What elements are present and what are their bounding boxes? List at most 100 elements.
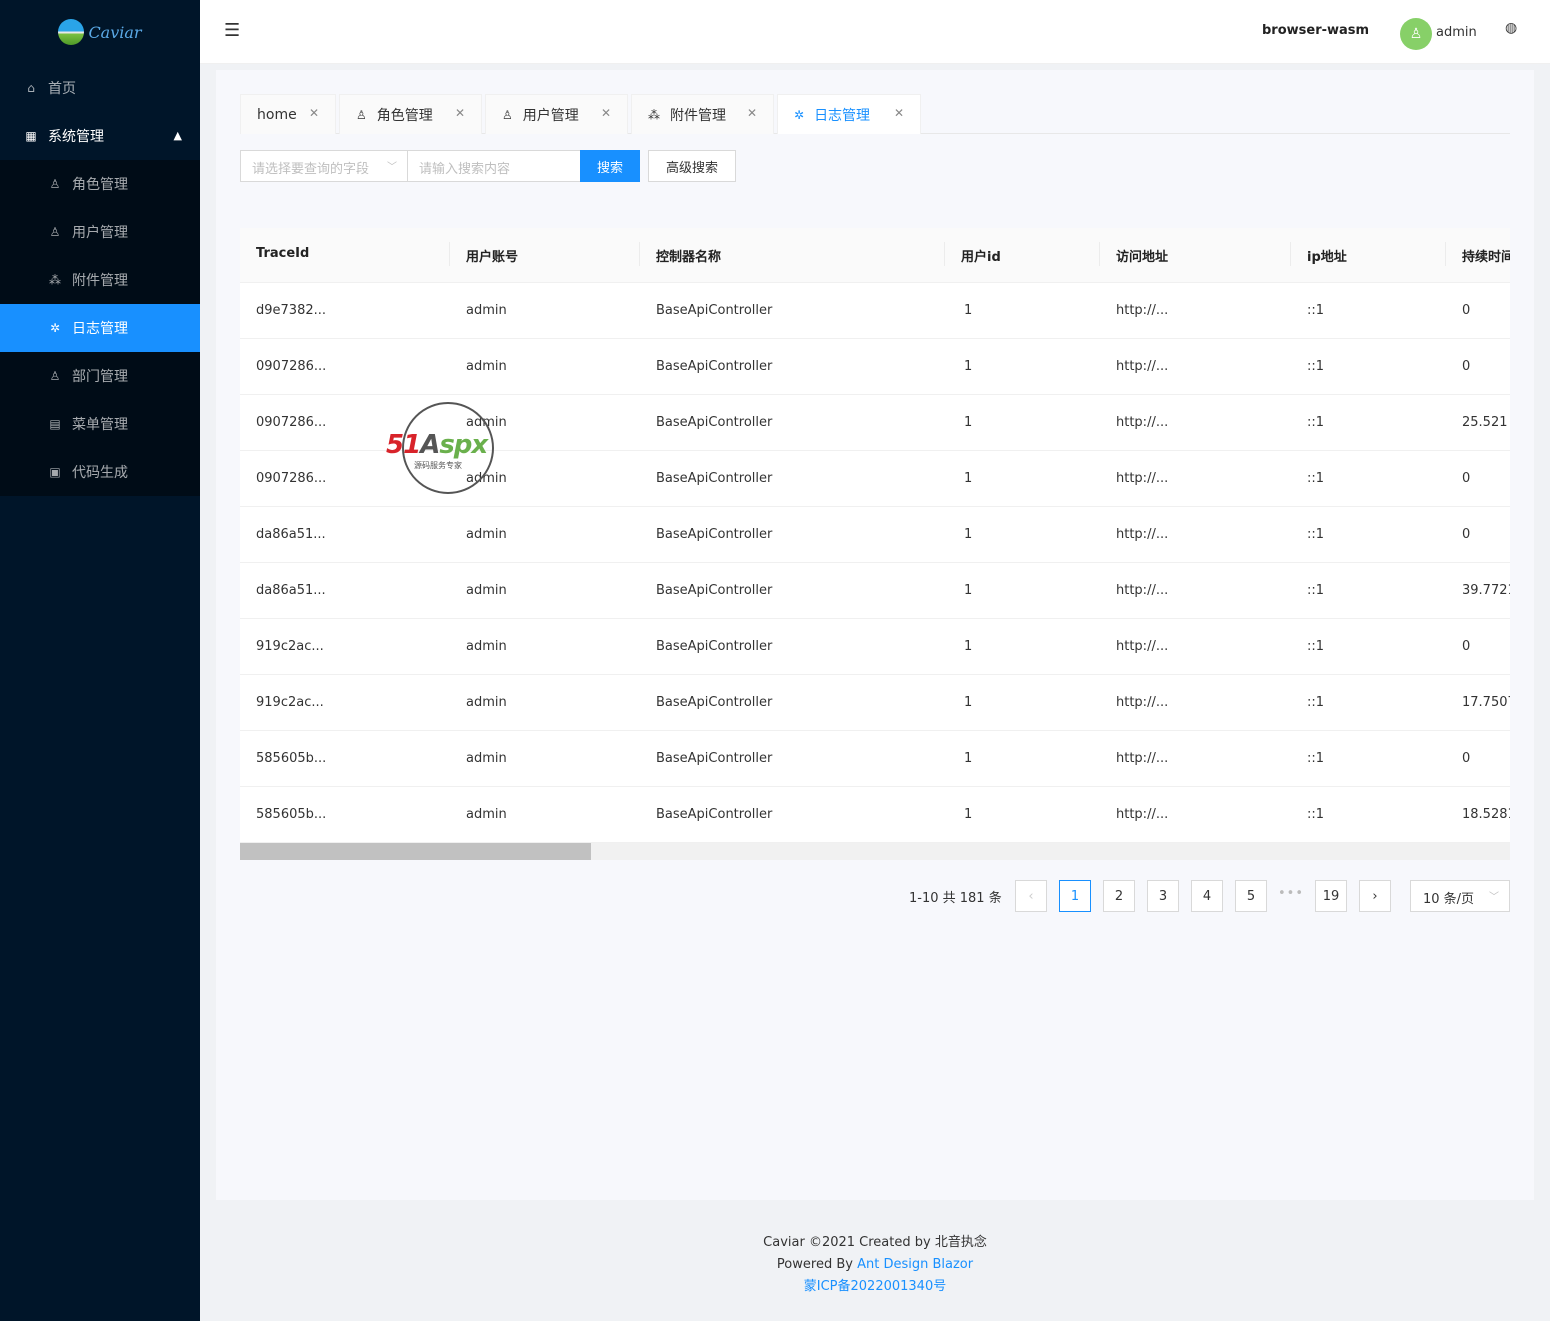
field-select[interactable]: 请选择要查询的字段 ﹀ [240,150,408,182]
table-row[interactable]: 585605b... admin BaseApiController 1 http://… [240,731,1510,787]
footer: Caviar ©2021 Created by 北音执念 Powered By … [200,1232,1550,1298]
page-5[interactable]: 5 [1235,880,1267,912]
table-row[interactable]: d9e7382... admin BaseApiController 1 http://… [240,283,1510,339]
code-icon: ▣ [49,465,61,479]
header-app-name: browser-wasm [1262,23,1370,38]
cluster-icon: ⁂ [49,273,61,287]
sidebar-item-roles[interactable]: ♙ 角色管理 [0,160,200,208]
header-username[interactable]: admin [1436,25,1477,40]
sidebar-item-menus[interactable]: ▤ 菜单管理 [0,400,200,448]
column-divider [449,242,450,266]
footer-copyright: Caviar ©2021 Created by 北音执念 [763,1235,987,1250]
page-4[interactable]: 4 [1191,880,1223,912]
chevron-right-icon: › [1372,888,1378,904]
tab-label: home [257,106,297,123]
column-header: 用户账号 [466,250,519,265]
table-row[interactable]: da86a51... admin BaseApiController 1 http://… [240,507,1510,563]
page-3[interactable]: 3 [1147,880,1179,912]
table-row[interactable]: da86a51... admin BaseApiController 1 http://… [240,563,1510,619]
sidebar-item-home[interactable]: ⌂ 首页 [0,64,200,112]
sidebar-item-departments[interactable]: ♙ 部门管理 [0,352,200,400]
sidebar-submenu: ♙ 角色管理 ♙ 用户管理 ⁂ 附件管理 ✲ 日志管理 ♙ 部门管理 ▤ 菜单管… [0,160,200,496]
sidebar-item-label: 首页 [48,81,76,97]
page-size-value: 10 条/页 [1423,892,1475,907]
sidebar: Caviar ⌂ 首页 ▦ 系统管理 ▲ ♙ 角色管理 ♙ 用户管理 ⁂ 附件管… [0,0,200,1321]
column-header: ip地址 [1307,250,1347,265]
prev-page-button[interactable]: ‹ [1015,880,1047,912]
scrollbar-thumb[interactable] [240,843,591,860]
sidebar-item-users[interactable]: ♙ 用户管理 [0,208,200,256]
search-button[interactable]: 搜索 [580,150,640,182]
team-icon: ♙ [49,369,61,383]
close-icon[interactable]: ✕ [894,106,904,120]
table-cell: ::1 [1307,359,1325,374]
globe-icon[interactable]: ◍ [1505,20,1517,36]
close-icon[interactable]: ✕ [601,106,611,120]
footer-powered-prefix: Powered By [776,1257,858,1272]
table-row[interactable]: 585605b... admin BaseApiController 1 http://… [240,787,1510,843]
menu-fold-icon[interactable]: ☰ [224,20,240,41]
column-divider [1445,242,1446,266]
horizontal-scrollbar[interactable] [240,843,1510,860]
user-icon: ♙ [356,107,367,122]
advanced-search-button[interactable]: 高级搜索 [648,150,736,182]
sidebar-item-label: 代码生成 [72,465,128,481]
table-cell: BaseApiController [656,415,773,430]
page-2[interactable]: 2 [1103,880,1135,912]
table-cell: http://... [1116,359,1169,374]
table-cell: http://... [1116,527,1169,542]
chevron-down-icon: ﹀ [387,162,397,173]
appstore-icon: ▦ [25,129,37,143]
home-icon: ⌂ [27,81,35,95]
table-cell: 1 [964,415,973,430]
sidebar-item-codegen[interactable]: ▣ 代码生成 [0,448,200,496]
next-page-button[interactable]: › [1359,880,1391,912]
footer-icp-link[interactable]: 蒙ICP备2022001340号 [200,1276,1550,1298]
user-icon: ♙ [49,177,61,191]
table-cell: 585605b... [256,751,327,766]
page-last[interactable]: 19 [1315,880,1347,912]
watermark-subtitle: 源码服务专家 [414,461,462,470]
column-header: TraceId [256,246,310,261]
cluster-icon: ⁂ [648,107,660,122]
tab-users[interactable]: ♙ 用户管理 ✕ [485,94,628,134]
logo-text: Caviar [88,22,142,42]
tab-home[interactable]: home ✕ [240,94,336,134]
footer-ant-link[interactable]: Ant Design Blazor [857,1257,973,1272]
table-cell: da86a51... [256,583,326,598]
tab-roles[interactable]: ♙ 角色管理 ✕ [339,94,482,134]
table-cell: 0907286... [256,471,327,486]
table-cell: http://... [1116,695,1169,710]
sidebar-item-attachments[interactable]: ⁂ 附件管理 [0,256,200,304]
tab-label: 角色管理 [376,107,433,124]
avatar[interactable]: ♙ [1400,18,1432,50]
table-cell: 1 [964,583,973,598]
sidebar-item-logs[interactable]: ✲ 日志管理 [0,304,200,352]
close-icon[interactable]: ✕ [455,106,465,120]
log-table: TraceId 用户账号 控制器名称 用户id 访问地址 ip地址 持续时间 d9e7382… [240,228,1510,860]
table-cell: BaseApiController [656,583,773,598]
table-row[interactable]: 919c2ac... admin BaseApiController 1 http://… [240,619,1510,675]
table-cell: http://... [1116,639,1169,654]
page-size-select[interactable]: 10 条/页 ﹀ [1410,880,1510,912]
ellipsis-icon[interactable]: ••• [1278,886,1304,901]
close-icon[interactable]: ✕ [747,106,757,120]
user-icon: ♙ [1409,26,1423,42]
tab-attachments[interactable]: ⁂ 附件管理 ✕ [631,94,774,134]
table-cell: BaseApiController [656,359,773,374]
logo[interactable]: Caviar [0,0,200,64]
table-cell: BaseApiController [656,695,773,710]
table-body: d9e7382... admin BaseApiController 1 http://… [240,283,1510,843]
main-content: home ✕ ♙ 角色管理 ✕ ♙ 用户管理 ✕ ⁂ 附件管理 ✕ ✲ 日志管理… [216,70,1534,1200]
table-row[interactable]: 0907286... admin BaseApiController 1 http://… [240,339,1510,395]
close-icon[interactable]: ✕ [309,106,319,120]
table-cell: 0 [1462,751,1471,766]
search-input[interactable]: 请输入搜索内容 [407,150,581,182]
tab-logs[interactable]: ✲ 日志管理 ✕ [777,94,921,134]
chevron-left-icon: ‹ [1028,888,1034,904]
sidebar-group-system[interactable]: ▦ 系统管理 ▲ [0,112,200,160]
column-divider [944,242,945,266]
page-1[interactable]: 1 [1059,880,1091,912]
table-row[interactable]: 919c2ac... admin BaseApiController 1 http://… [240,675,1510,731]
chevron-down-icon: ﹀ [1489,892,1499,903]
